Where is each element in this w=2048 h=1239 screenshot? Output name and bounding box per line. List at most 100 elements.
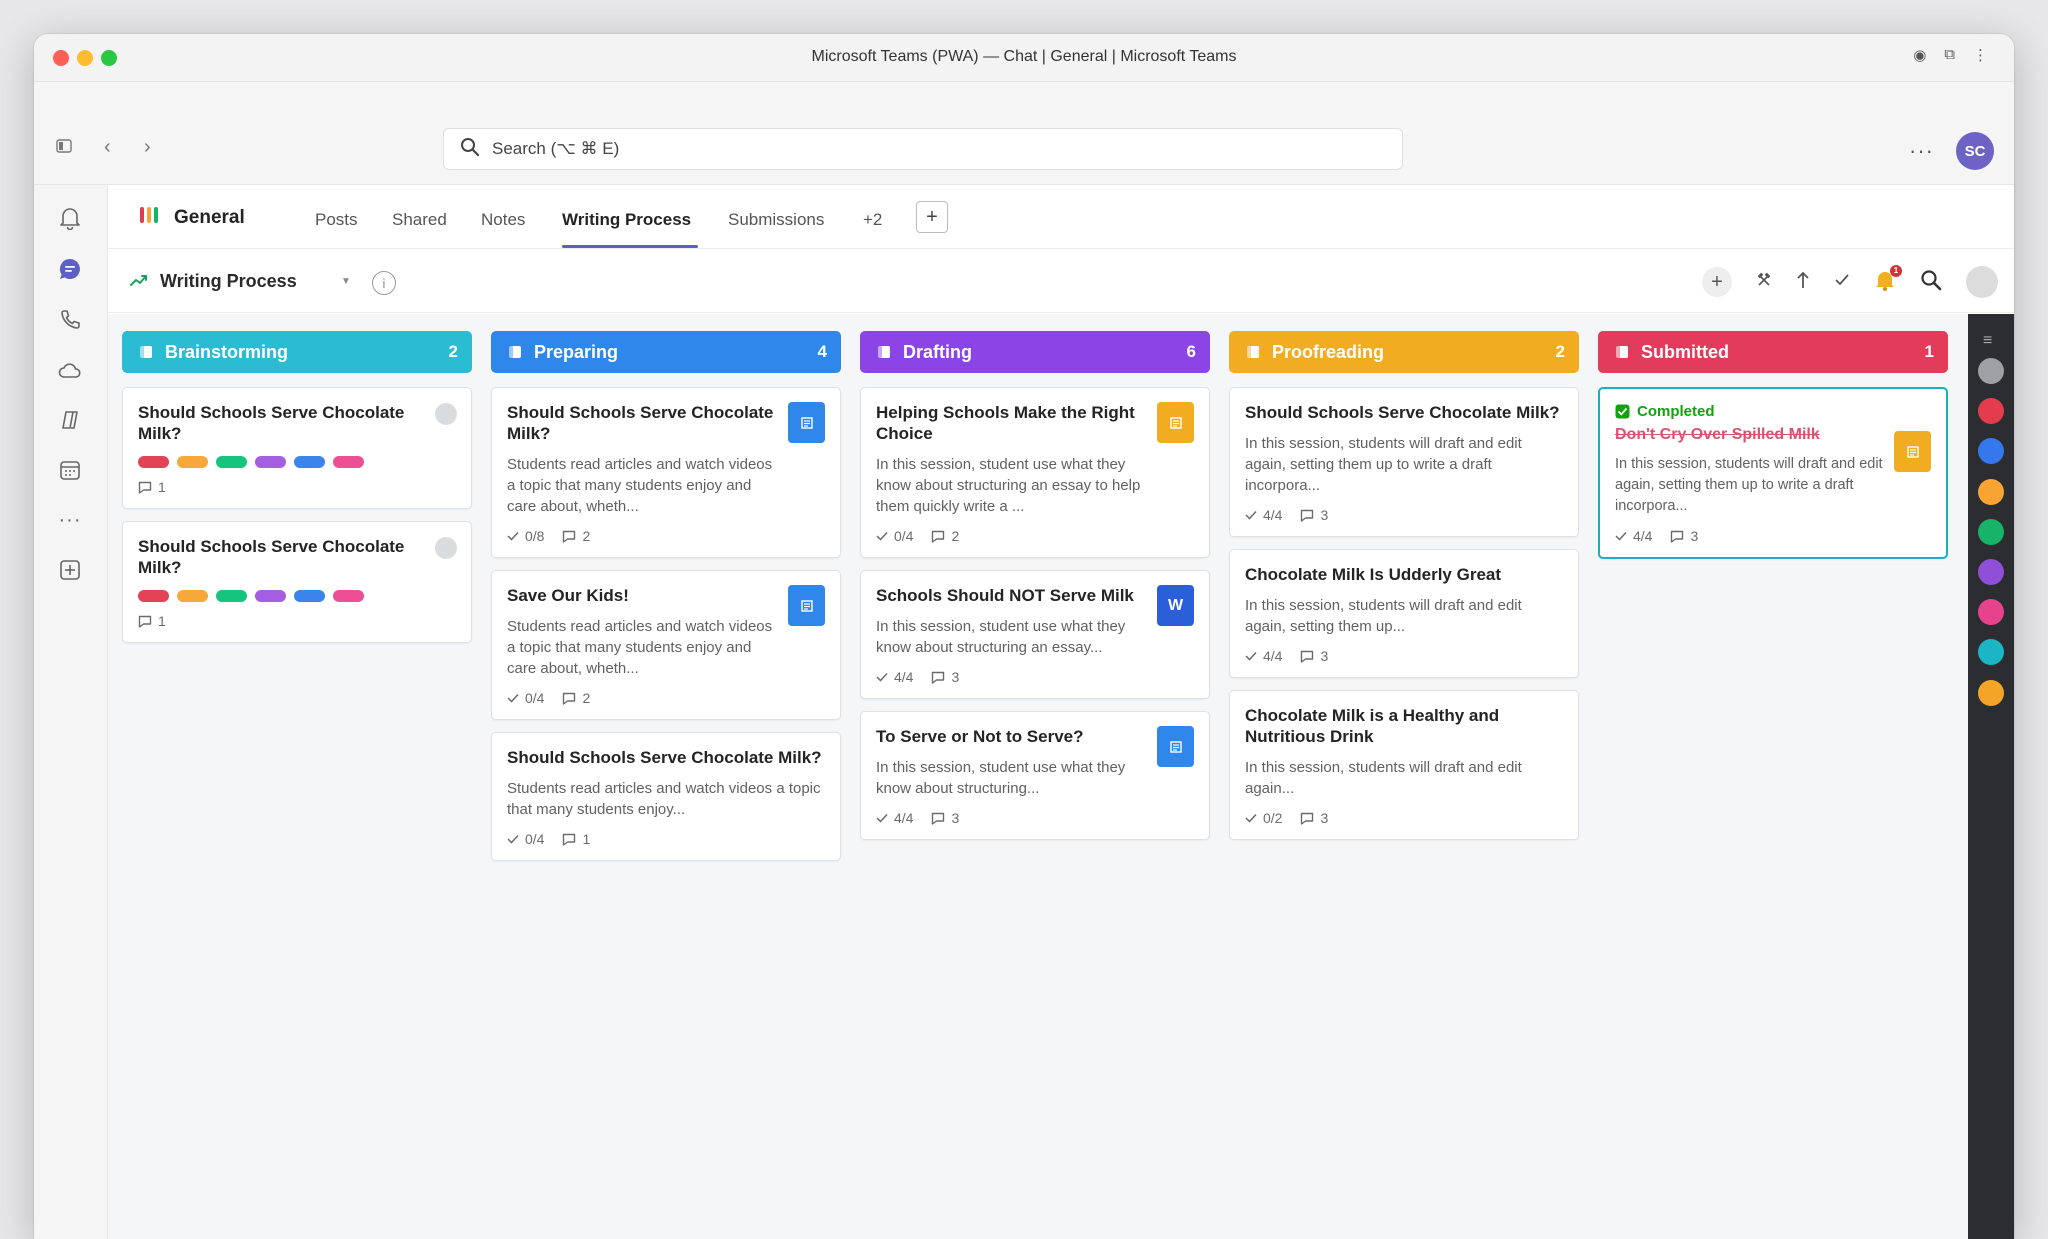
card[interactable]: Should Schools Serve Chocolate Milk? Stu… [491,732,841,861]
column-header[interactable]: Drafting 6 [860,331,1210,373]
document-icon[interactable] [1157,726,1194,767]
completed-status: Completed [1615,403,1930,420]
card-title: Chocolate Milk Is Udderly Great [1245,565,1502,584]
more-options-icon[interactable]: ··· [1909,138,1934,164]
document-icon[interactable] [788,402,825,443]
color-swatch-red[interactable] [1978,398,2004,424]
card-completed[interactable]: Completed Don't Cry Over Spilled Milk In… [1598,387,1948,559]
document-icon[interactable] [788,585,825,626]
arrow-up-icon[interactable] [1796,271,1810,294]
assignee-avatar[interactable] [435,403,457,425]
forward-arrow-icon[interactable]: › [144,136,151,159]
tag-orange[interactable] [177,590,208,602]
add-app-icon[interactable] [57,557,83,583]
tag-purple[interactable] [255,590,286,602]
tag-pink[interactable] [333,590,364,602]
word-document-icon[interactable]: W [1157,585,1194,626]
more-apps-icon[interactable]: ··· [57,507,83,533]
phone-icon[interactable] [57,307,83,333]
user-avatar[interactable]: SC [1956,132,1994,170]
color-swatch-green[interactable] [1978,519,2004,545]
back-arrow-icon[interactable]: ‹ [104,136,111,159]
bell-icon[interactable] [57,205,83,231]
color-swatch-orange[interactable] [1978,479,2004,505]
color-swatch-yellow[interactable] [1978,680,2004,706]
card[interactable]: Schools Should NOT Serve Milk W In this … [860,570,1210,699]
extension-icon[interactable]: ⧉ [1944,46,1955,64]
tools-icon[interactable] [1756,272,1772,293]
tag-green[interactable] [216,456,247,468]
card[interactable]: Helping Schools Make the Right Choice In… [860,387,1210,558]
tab-writing-process[interactable]: Writing Process [562,210,691,230]
sidebar-toggle-icon[interactable] [56,136,72,159]
card[interactable]: To Serve or Not to Serve? In this sessio… [860,711,1210,840]
card-title: Don't Cry Over Spilled Milk [1615,426,1820,443]
document-icon[interactable] [1157,402,1194,443]
info-icon[interactable]: i [372,271,396,295]
tag-green[interactable] [216,590,247,602]
column-count: 1 [1924,342,1934,361]
tab-shared[interactable]: Shared [392,210,447,230]
card-meta: 0/4 2 [876,528,1193,544]
color-swatch-pink[interactable] [1978,599,2004,625]
tag-orange[interactable] [177,456,208,468]
column-header[interactable]: Proofreading 2 [1229,331,1579,373]
comment-icon [932,530,945,543]
card[interactable]: Chocolate Milk is a Healthy and Nutritio… [1229,690,1579,840]
checkmark-icon[interactable] [1834,273,1850,292]
board-user-avatar[interactable] [1966,266,1998,298]
column-count: 6 [1186,342,1196,361]
color-swatch-purple[interactable] [1978,559,2004,585]
column-header[interactable]: Brainstorming 2 [122,331,472,373]
assignee-avatar[interactable] [435,537,457,559]
comment-icon [932,812,945,825]
card[interactable]: Should Schools Serve Chocolate Milk? 1 [122,521,472,643]
search-input[interactable]: Search (⌥ ⌘ E) [443,128,1403,170]
tag-pink[interactable] [333,456,364,468]
color-swatch-gray[interactable] [1978,358,2004,384]
calendar-icon[interactable] [57,457,83,483]
comment-count: 3 [1670,528,1698,544]
comment-icon [138,615,152,628]
check-icon [507,531,519,541]
card-meta: 4/4 3 [876,810,1193,826]
add-card-button[interactable]: + [1702,267,1732,297]
card-description: In this session, students will draft and… [1615,456,1883,514]
comment-count: 1 [138,613,166,629]
search-icon[interactable] [1920,269,1942,296]
notification-bell-icon[interactable]: 1 [1874,264,1902,296]
card-description: In this session, students will draft and… [1245,759,1522,797]
tab-more[interactable]: +2 [863,210,882,230]
card[interactable]: Should Schools Serve Chocolate Milk? Stu… [491,387,841,558]
column-header[interactable]: Preparing 4 [491,331,841,373]
color-swatch-blue[interactable] [1978,438,2004,464]
kebab-menu-icon[interactable]: ⋮ [1973,46,1988,64]
tag-purple[interactable] [255,456,286,468]
color-swatch-teal[interactable] [1978,639,2004,665]
copilot-icon[interactable] [57,407,83,433]
eye-icon[interactable]: ◉ [1913,46,1926,64]
tag-red[interactable] [138,456,169,468]
titlebar-actions: ◉ ⧉ ⋮ [1913,46,1988,64]
card[interactable]: Should Schools Serve Chocolate Milk? In … [1229,387,1579,537]
palette-menu-icon[interactable]: ≡ [1983,332,1992,350]
tag-red[interactable] [138,590,169,602]
card[interactable]: Save Our Kids! Students read articles an… [491,570,841,720]
column-brainstorming: Brainstorming 2 Should Schools Serve Cho… [122,331,472,643]
column-header[interactable]: Submitted 1 [1598,331,1948,373]
tag-blue[interactable] [294,590,325,602]
cloud-icon[interactable] [57,357,83,383]
board-title[interactable]: Writing Process [160,271,297,292]
board-dropdown-caret-icon[interactable]: ▼ [341,276,351,287]
tag-blue[interactable] [294,456,325,468]
chat-icon[interactable] [57,256,83,282]
tab-posts[interactable]: Posts [315,210,358,230]
card-meta: 0/4 1 [507,831,824,847]
document-icon[interactable] [1894,431,1931,472]
tab-submissions[interactable]: Submissions [728,210,824,230]
card[interactable]: Chocolate Milk Is Udderly Great In this … [1229,549,1579,678]
comment-count: 3 [1300,507,1328,523]
card[interactable]: Should Schools Serve Chocolate Milk? 1 [122,387,472,509]
tab-notes[interactable]: Notes [481,210,525,230]
add-tab-button[interactable]: + [916,201,948,233]
